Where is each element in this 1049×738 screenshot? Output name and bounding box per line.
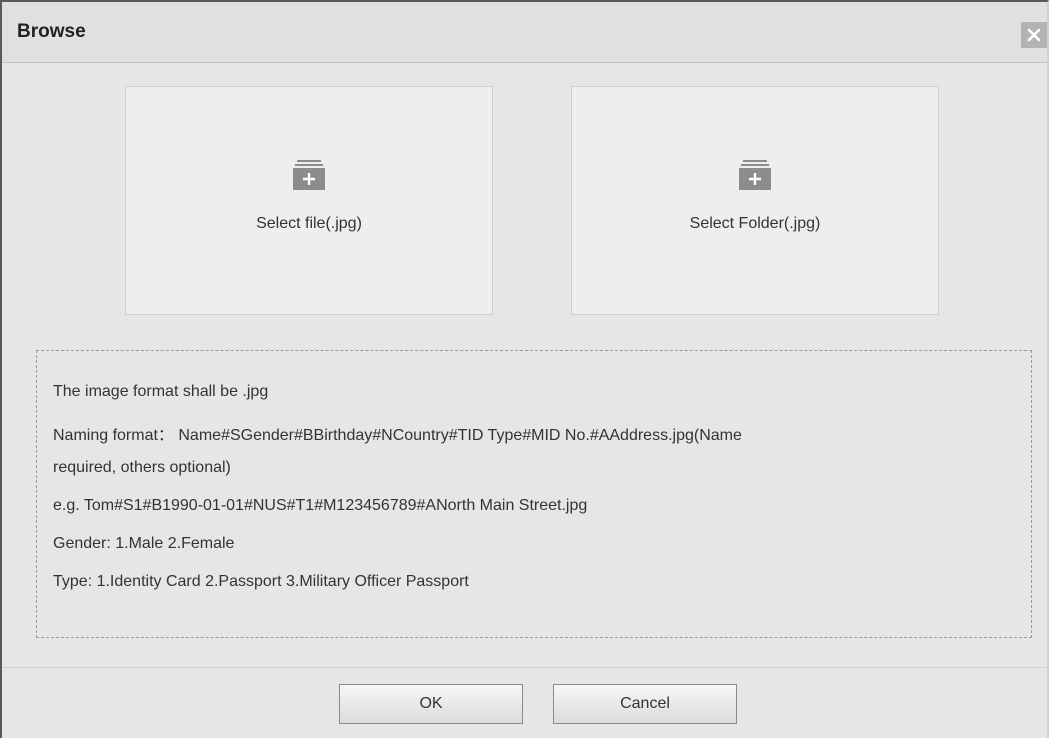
dialog-body: Select file(.jpg) Select Folder(.jpg) Th… — [2, 63, 1047, 667]
info-line-example: e.g. Tom#S1#B1990-01-01#NUS#T1#M12345678… — [53, 497, 588, 514]
select-folder-label: Select Folder(.jpg) — [689, 215, 821, 232]
add-folder-icon — [739, 160, 771, 190]
dialog-footer: OK Cancel — [2, 667, 1047, 738]
info-line-type: Type: 1.Identity Card 2.Passport 3.Milit… — [53, 573, 469, 590]
select-file-label: Select file(.jpg) — [256, 215, 362, 232]
info-line-naming: Naming format： Name#SGender#BBirthday#NC… — [53, 427, 742, 444]
add-file-icon — [293, 160, 325, 190]
select-file-button[interactable]: Select file(.jpg) — [125, 86, 493, 315]
ok-button[interactable]: OK — [339, 684, 523, 724]
select-folder-button[interactable]: Select Folder(.jpg) — [571, 86, 939, 315]
dialog-title: Browse — [17, 21, 86, 42]
info-line-format: The image format shall be .jpg — [53, 383, 269, 400]
naming-rules-panel: The image format shall be .jpg Naming fo… — [36, 350, 1032, 638]
dialog-titlebar: Browse — [2, 2, 1047, 63]
close-button[interactable] — [1021, 22, 1047, 48]
info-line-naming-cont: required, others optional) — [53, 459, 231, 476]
info-line-gender: Gender: 1.Male 2.Female — [53, 535, 235, 552]
close-icon — [1027, 28, 1041, 42]
cancel-button[interactable]: Cancel — [553, 684, 737, 724]
browse-dialog: Browse Select file(.jpg) Select Folder(.… — [0, 0, 1049, 738]
